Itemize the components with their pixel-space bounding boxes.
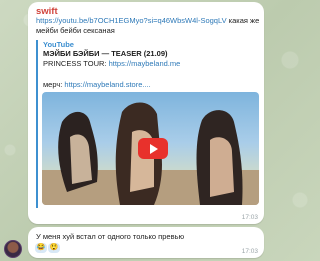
reactions[interactable]: 😂 😲 <box>35 243 60 253</box>
preview-line-tour-prefix: PRINCESS TOUR: <box>43 59 109 68</box>
link-preview[interactable]: YouTube МЭЙБИ БЭЙБИ — TEASER (21.09) PRI… <box>36 40 259 208</box>
preview-line-merch-prefix: мерч: <box>43 80 65 89</box>
preview-site-name: YouTube <box>43 40 74 49</box>
preview-title: МЭЙБИ БЭЙБИ — TEASER (21.09) <box>43 49 168 58</box>
play-icon[interactable] <box>138 138 168 159</box>
message-text: https://youtu.be/b7OCH1EGMyo?si=q46WbsW4… <box>36 16 260 35</box>
message-text: У меня хуй встал от одного только превью <box>36 232 185 241</box>
preview-line-tour: PRINCESS TOUR: https://maybeland.me <box>43 59 180 68</box>
reaction-laugh-icon[interactable]: 😂 <box>35 243 47 253</box>
message-time: 17:03 <box>241 214 258 221</box>
message-bubble[interactable]: swift https://youtu.be/b7OCH1EGMyo?si=q4… <box>28 2 264 224</box>
message-bubble[interactable]: У меня хуй встал от одного только превью… <box>28 227 264 258</box>
video-thumbnail[interactable] <box>42 92 259 205</box>
message-time: 17:03 <box>241 248 258 255</box>
reaction-shock-icon[interactable]: 😲 <box>48 243 60 253</box>
youtube-link[interactable]: https://youtu.be/b7OCH1EGMyo?si=q46WbsW4… <box>36 16 227 25</box>
avatar[interactable] <box>4 240 22 258</box>
preview-merch-link[interactable]: https://maybeland.store.... <box>64 80 150 89</box>
preview-tour-link[interactable]: https://maybeland.me <box>109 59 181 68</box>
preview-line-merch: мерч: https://maybeland.store.... <box>43 80 151 89</box>
